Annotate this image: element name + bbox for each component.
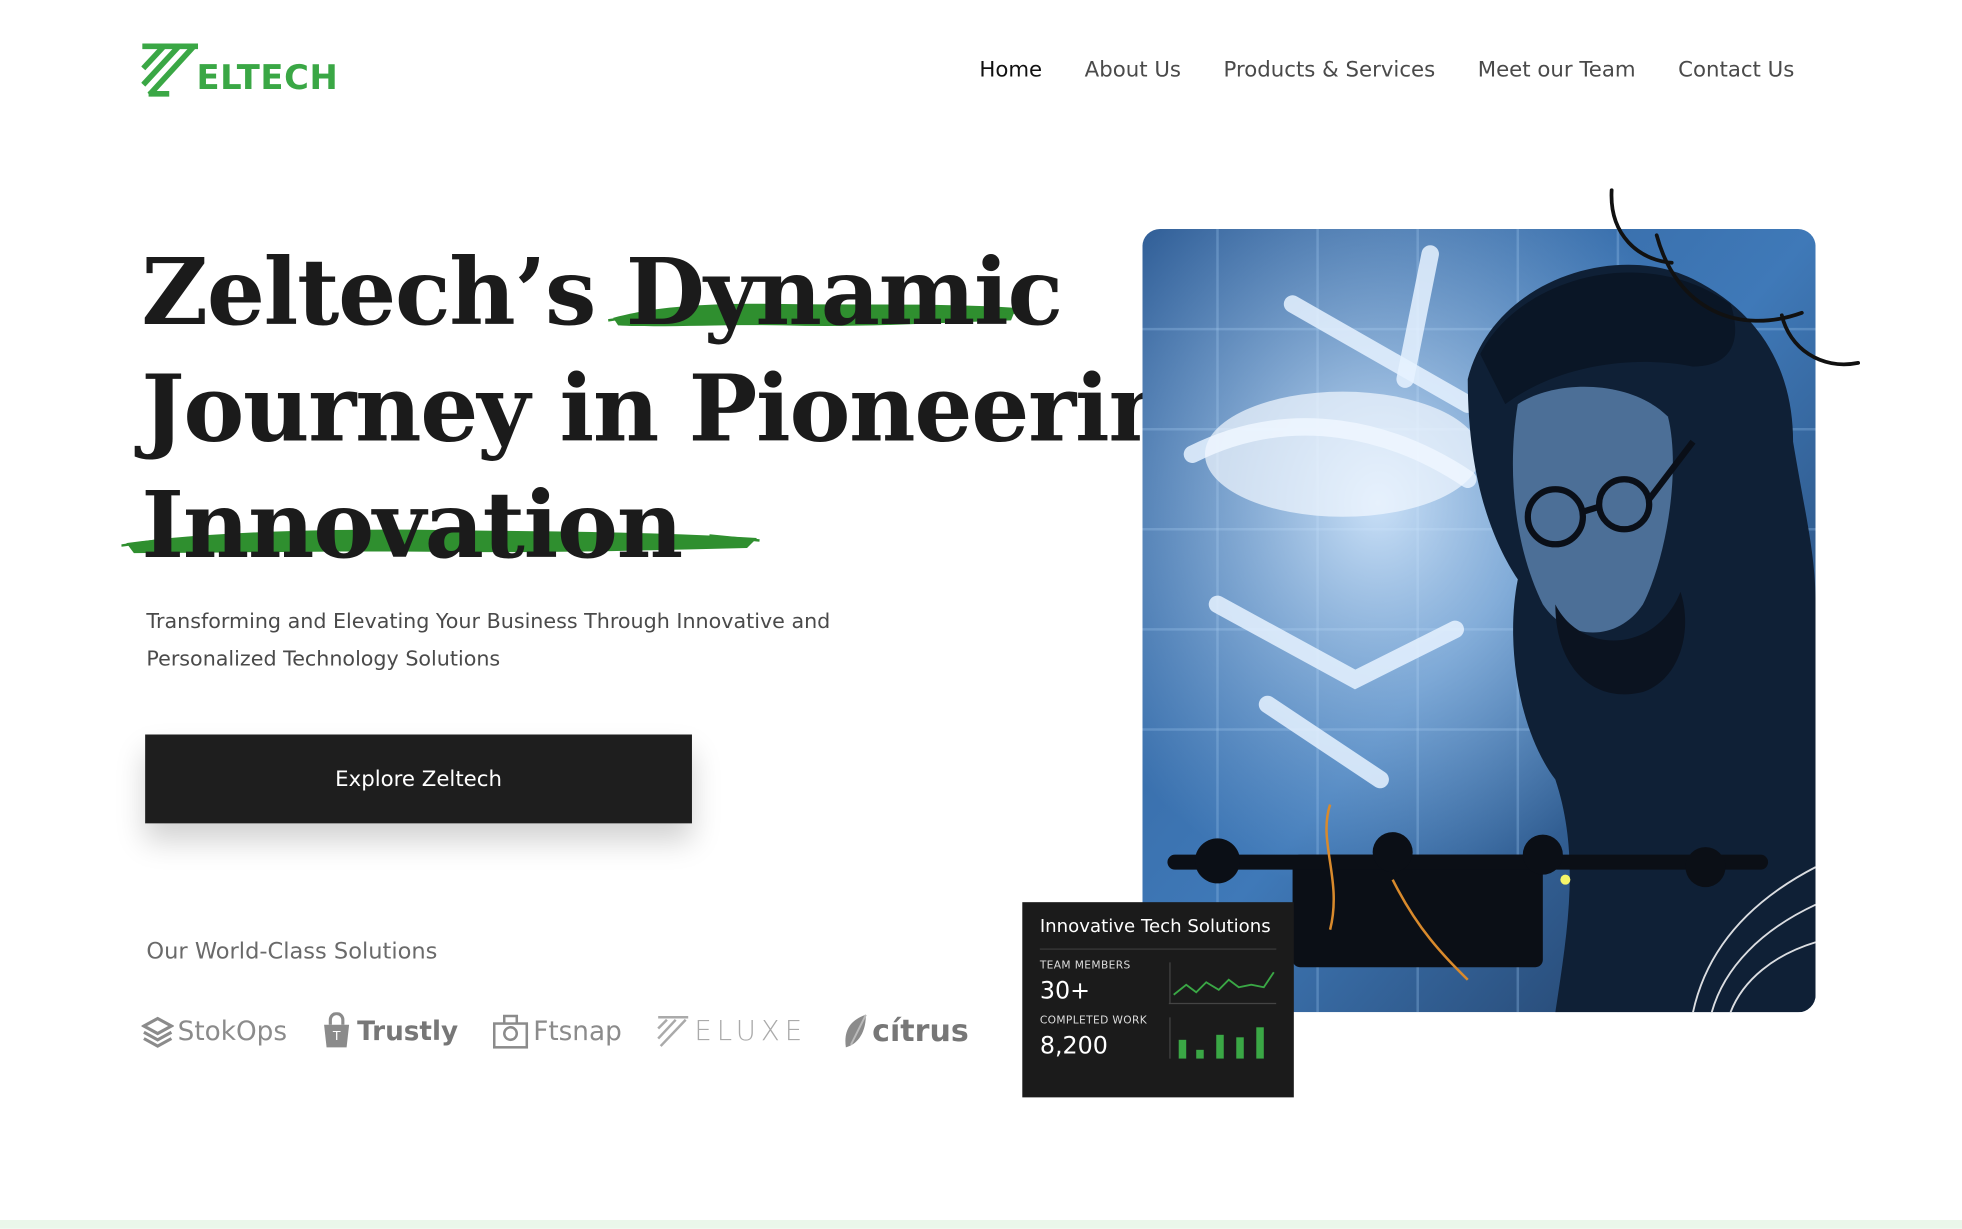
completed-work-stat: COMPLETED WORK 8,200 bbox=[1040, 1015, 1276, 1060]
nav-home[interactable]: Home bbox=[979, 58, 1042, 83]
bag-icon: T bbox=[324, 1012, 350, 1048]
brand-logo[interactable]: ELTECH bbox=[141, 40, 338, 98]
decorative-curves bbox=[1609, 188, 1861, 367]
partner-citrus[interactable]: cítrus bbox=[841, 1012, 969, 1050]
svg-text:T: T bbox=[332, 1028, 341, 1043]
partner-citrus-name: cítrus bbox=[872, 1013, 969, 1049]
completed-work-value: 8,200 bbox=[1039, 1032, 1108, 1060]
partner-trustly[interactable]: T Trustly bbox=[321, 1012, 458, 1050]
partner-stokops-name: StokOps bbox=[177, 1016, 288, 1047]
brand-name: ELTECH bbox=[196, 58, 339, 98]
headline-word-dynamic: Dynamic bbox=[625, 238, 1063, 347]
team-members-stat: TEAM MEMBERS 30+ bbox=[1039, 959, 1277, 1005]
partner-eluxe[interactable]: ELUXE bbox=[656, 1014, 808, 1049]
partner-trustly-name: Trustly bbox=[357, 1016, 459, 1047]
headline-word-zeltechs: Zeltech’s bbox=[141, 238, 596, 347]
headline-line-2: Journey in Pioneering bbox=[141, 355, 1237, 463]
team-sparkline-icon bbox=[1168, 962, 1277, 1005]
partner-eluxe-name: ELUXE bbox=[694, 1015, 808, 1047]
headline-word-innovation: Innovation bbox=[141, 471, 683, 580]
camera-icon bbox=[493, 1014, 529, 1049]
work-bar-chart-icon bbox=[1169, 1017, 1264, 1059]
hero-headline: Zeltech’s Dynamic Journey in Pioneering … bbox=[121, 235, 1237, 584]
nav-meet-our-team[interactable]: Meet our Team bbox=[1478, 58, 1636, 83]
team-members-label: TEAM MEMBERS bbox=[1039, 959, 1131, 973]
landing-page: ELTECH Home About Us Products & Services… bbox=[0, 0, 1962, 1229]
stack-icon bbox=[141, 1016, 174, 1048]
hero-subtitle: Transforming and Elevating Your Business… bbox=[146, 609, 831, 671]
citrus-leaf-icon bbox=[845, 1014, 867, 1048]
nav-products-services[interactable]: Products & Services bbox=[1224, 58, 1436, 83]
partner-ftsnap[interactable]: Ftsnap bbox=[492, 1012, 622, 1050]
completed-work-label: COMPLETED WORK bbox=[1039, 1014, 1148, 1028]
headline-line-3: Innovation bbox=[121, 468, 1130, 584]
nav-contact-us[interactable]: Contact Us bbox=[1678, 58, 1794, 83]
nav-about-us[interactable]: About Us bbox=[1085, 58, 1181, 83]
explore-zeltech-button[interactable]: Explore Zeltech bbox=[145, 734, 692, 824]
headline-line-1: Zeltech’s Dynamic bbox=[141, 235, 1130, 351]
partner-stokops[interactable]: StokOps bbox=[141, 1014, 287, 1049]
bottom-strip bbox=[0, 1219, 1962, 1229]
stats-card: Innovative Tech Solutions TEAM MEMBERS 3… bbox=[1022, 902, 1294, 1098]
stripes-z-icon bbox=[657, 1016, 689, 1047]
main-nav: Home About Us Products & Services Meet o… bbox=[979, 58, 1794, 83]
solutions-label: Our World-Class Solutions bbox=[146, 938, 438, 965]
partner-logos: StokOps T Trustly Ftsnap ELUXE cítrus bbox=[141, 1006, 1002, 1056]
zeltech-logo-mark-icon bbox=[141, 43, 199, 97]
stats-card-title: Innovative Tech Solutions bbox=[1039, 917, 1277, 950]
partner-ftsnap-name: Ftsnap bbox=[533, 1016, 622, 1047]
team-members-value: 30+ bbox=[1039, 977, 1091, 1005]
